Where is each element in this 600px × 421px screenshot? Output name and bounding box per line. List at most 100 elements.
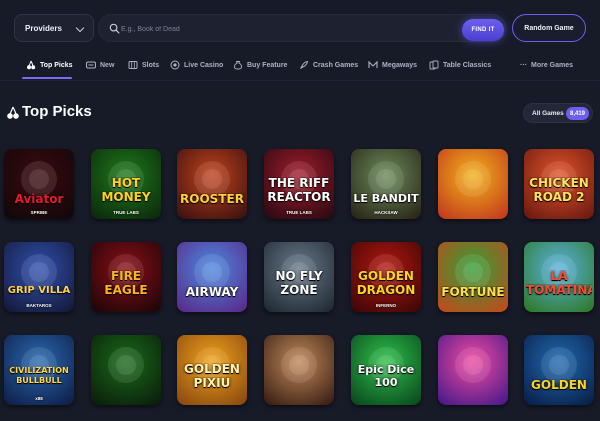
tab-top-picks[interactable]: Top Picks xyxy=(26,52,73,78)
game-tile[interactable]: THE RIFF REACTOR TRUE LABS xyxy=(264,149,334,219)
game-title-line1: THE RIFF xyxy=(268,177,330,189)
tab-buy-feature[interactable]: Buy Feature xyxy=(233,52,287,78)
game-title-line2: 100 xyxy=(374,377,398,388)
game-provider: SPRIBE xyxy=(30,210,48,215)
category-tabs: Top Picks New Slots Live Casino Buy Feat… xyxy=(0,52,600,80)
game-tile[interactable]: GOLDEN DRAGON INFERNO xyxy=(351,242,421,312)
new-badge-icon xyxy=(86,61,96,69)
game-thumbnail xyxy=(4,149,74,219)
cherry-icon xyxy=(27,60,36,70)
game-thumbnail xyxy=(264,335,334,405)
game-title-line1: Epic Dice xyxy=(357,364,415,375)
cards-icon xyxy=(429,60,439,70)
game-title-line2: REACTOR xyxy=(267,191,331,203)
game-tile[interactable]: CIVILIZATION BULLBULL x88 xyxy=(4,335,74,405)
game-title-line1: AIRWAY xyxy=(185,286,239,298)
all-games-label: All Games xyxy=(532,109,564,117)
game-tile[interactable]: AIRWAY xyxy=(177,242,247,312)
tab-megaways[interactable]: Megaways xyxy=(368,52,417,78)
game-tile[interactable] xyxy=(91,335,161,405)
tab-table-classics[interactable]: Table Classics xyxy=(429,52,491,78)
game-title-line2: EAGLE xyxy=(104,284,148,296)
game-provider: x88 xyxy=(35,396,43,401)
game-thumbnail xyxy=(524,335,594,405)
game-title-line1: CIVILIZATION xyxy=(9,367,69,375)
cherry-icon xyxy=(7,106,19,119)
game-tile[interactable]: GOLDEN PIXIU xyxy=(177,335,247,405)
tabs-divider xyxy=(0,80,600,81)
chip-icon xyxy=(170,60,180,70)
game-provider: HACKSAW xyxy=(374,210,398,215)
find-it-button[interactable]: FIND IT xyxy=(462,19,504,41)
game-tile[interactable]: GRIP VILLA BAKTAROS xyxy=(4,242,74,312)
game-thumbnail xyxy=(438,335,508,405)
tab-label: Megaways xyxy=(382,61,418,69)
game-tile[interactable]: GOLDEN xyxy=(524,335,594,405)
game-title-line2: BULLBULL xyxy=(16,377,62,385)
game-thumbnail xyxy=(4,242,74,312)
megaways-icon xyxy=(368,60,378,68)
game-thumbnail xyxy=(177,149,247,219)
game-title-line1: GOLDEN xyxy=(358,270,414,282)
game-title-line1: LE BANDIT xyxy=(353,193,419,204)
game-tile[interactable]: Epic Dice 100 xyxy=(351,335,421,405)
game-tile[interactable]: FIRE EAGLE xyxy=(91,242,161,312)
search-bar-row: Providers FIND IT Random Game xyxy=(0,8,600,48)
game-tile[interactable] xyxy=(264,335,334,405)
game-title-line2: ZONE xyxy=(280,284,318,296)
rocket-icon xyxy=(300,60,309,69)
money-bag-icon xyxy=(233,61,243,70)
game-tile[interactable]: LE BANDIT HACKSAW xyxy=(351,149,421,219)
tab-label: Live Casino xyxy=(184,61,224,69)
tab-label: Crash Games xyxy=(313,61,359,69)
game-thumbnail xyxy=(351,149,421,219)
providers-label: Providers xyxy=(25,23,62,33)
section-title: Top Picks xyxy=(22,103,92,120)
game-title-line1: GOLDEN xyxy=(184,363,240,375)
game-tile[interactable]: LA TOMATINA xyxy=(524,242,594,312)
tab-label: Slots xyxy=(142,61,160,69)
game-thumbnail xyxy=(91,335,161,405)
game-title-line1: HOT xyxy=(111,177,141,189)
game-tile[interactable]: ROOSTER xyxy=(177,149,247,219)
game-title-line1: GRIP VILLA xyxy=(7,286,71,296)
tab-label: New xyxy=(100,61,115,69)
chevron-down-icon xyxy=(75,23,85,33)
game-tile[interactable]: Aviator SPRIBE xyxy=(4,149,74,219)
tab-slots[interactable]: Slots xyxy=(128,52,159,78)
all-games-count-badge: 8,419 xyxy=(565,107,589,120)
search-icon xyxy=(109,23,120,34)
tab-label: Top Picks xyxy=(40,61,73,69)
game-title-line1: NO FLY xyxy=(275,270,323,282)
tab-crash-games[interactable]: Crash Games xyxy=(299,52,358,78)
game-tile[interactable]: NO FLY ZONE xyxy=(264,242,334,312)
tab-label: Buy Feature xyxy=(247,61,288,69)
game-provider: TRUE LABS xyxy=(113,210,139,215)
tab-label: Table Classics xyxy=(443,61,492,69)
tab-new[interactable]: New xyxy=(86,52,114,78)
providers-dropdown[interactable]: Providers xyxy=(14,14,94,42)
game-thumbnail xyxy=(177,242,247,312)
game-tile[interactable]: HOT MONEY TRUE LABS xyxy=(91,149,161,219)
all-games-button[interactable]: All Games 8,419 xyxy=(523,103,593,123)
game-title-line2: PIXIU xyxy=(193,377,231,389)
game-title-line1: ROOSTER xyxy=(180,193,244,205)
game-title-line1: Aviator xyxy=(14,193,64,205)
game-tile[interactable] xyxy=(438,149,508,219)
active-tab-indicator xyxy=(22,77,72,79)
game-title-line1: GOLDEN xyxy=(531,379,587,391)
game-tile[interactable] xyxy=(438,335,508,405)
search-input[interactable] xyxy=(121,20,441,38)
game-tile[interactable]: FORTUNE xyxy=(438,242,508,312)
more-label: More Games xyxy=(531,61,574,69)
game-title-line2: MONEY xyxy=(101,191,151,203)
tab-live-casino[interactable]: Live Casino xyxy=(170,52,223,78)
game-tile[interactable]: CHICKEN ROAD 2 xyxy=(524,149,594,219)
more-games-link[interactable]: ··· More Games xyxy=(520,52,573,78)
random-game-button[interactable]: Random Game xyxy=(512,14,586,42)
game-provider: BAKTAROS xyxy=(26,303,52,308)
game-title-line2: DRAGON xyxy=(356,284,416,296)
search-field[interactable] xyxy=(98,14,506,42)
more-dots-icon: ··· xyxy=(520,61,527,69)
game-title-line1: LA xyxy=(550,270,568,282)
